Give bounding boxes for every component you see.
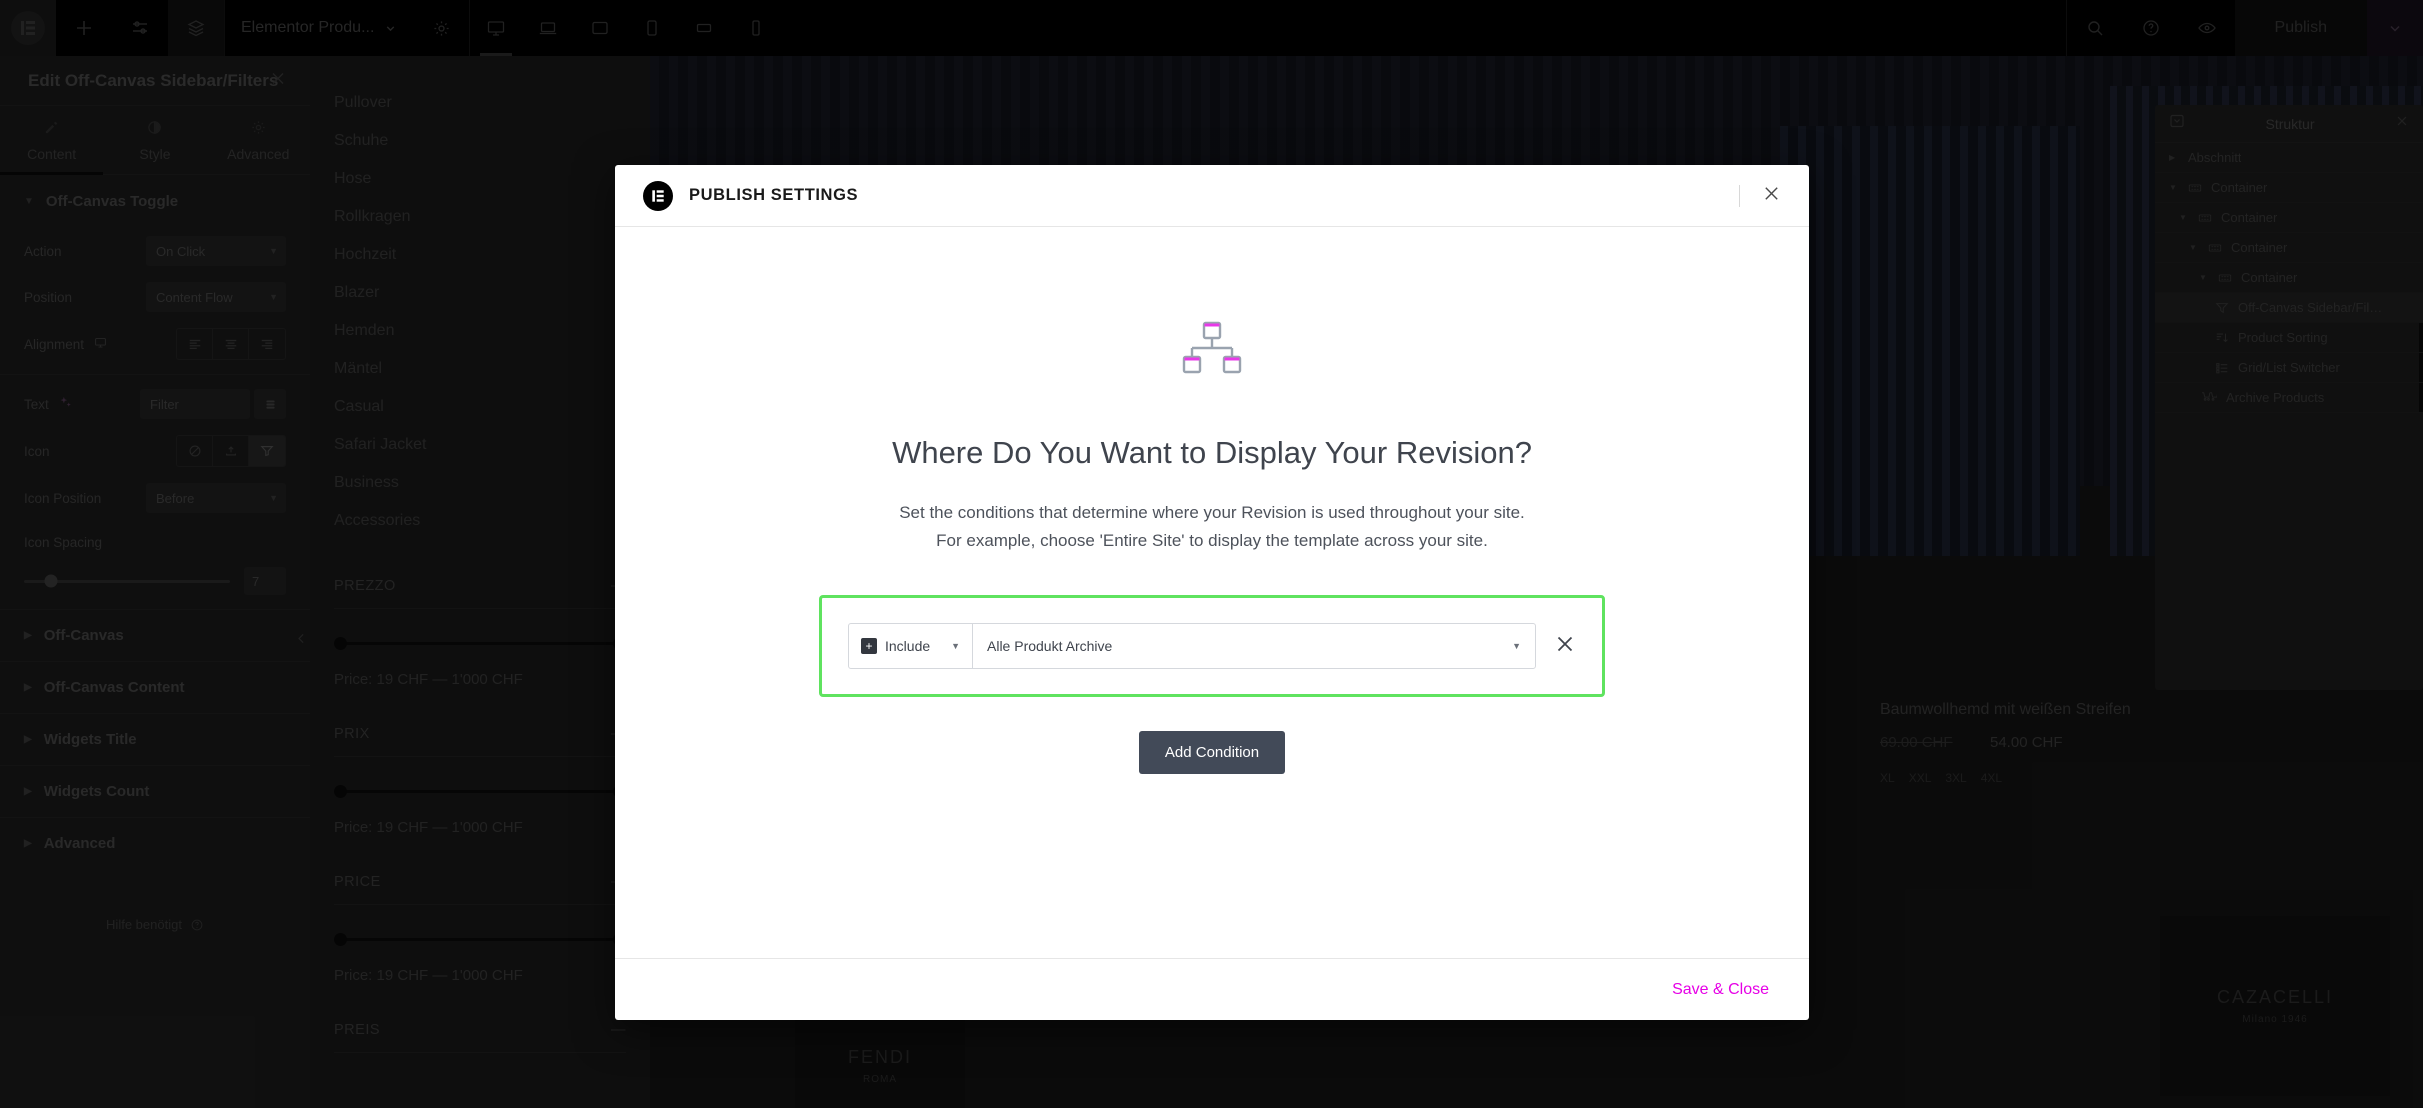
close-icon: [1765, 186, 1778, 200]
condition-value-select[interactable]: Alle Produkt Archive ▼: [973, 624, 1535, 668]
condition-row: + Include ▼ Alle Produkt Archive ▼: [819, 595, 1605, 698]
close-icon: [1557, 636, 1573, 651]
chevron-down-icon: ▼: [1512, 641, 1521, 652]
elementor-logo-icon: [643, 180, 673, 211]
modal-header-divider: [1739, 184, 1740, 207]
save-and-close-button[interactable]: Save & Close: [1672, 981, 1769, 999]
modal-header: PUBLISH SETTINGS: [615, 165, 1809, 227]
modal-close-button[interactable]: [1762, 184, 1781, 208]
condition-remove-button[interactable]: [1554, 633, 1576, 660]
plus-icon: +: [861, 638, 877, 655]
modal-subtitle-line-2: For example, choose 'Entire Site' to dis…: [936, 531, 1488, 551]
app-root: Elementor Produ...: [0, 0, 2423, 1108]
modal-title: PUBLISH SETTINGS: [689, 186, 859, 204]
modal-body: Where Do You Want to Display Your Revisi…: [615, 227, 1809, 958]
chevron-down-icon: ▼: [951, 641, 960, 652]
modal-subtitle-line-1: Set the conditions that determine where …: [899, 503, 1525, 522]
page-title: Where Do You Want to Display Your Revisi…: [892, 435, 1532, 470]
condition-type-label: Include: [885, 638, 931, 655]
publish-settings-modal: PUBLISH SETTINGS Where Do You Want to Di…: [615, 165, 1809, 1020]
condition-value-label: Alle Produkt Archive: [987, 638, 1113, 655]
condition-type-select[interactable]: + Include ▼: [849, 624, 973, 669]
add-condition-button[interactable]: Add Condition: [1138, 731, 1286, 775]
sitemap-icon: [1182, 321, 1242, 374]
condition-controls: + Include ▼ Alle Produkt Archive ▼: [848, 623, 1536, 670]
modal-header-tools: [1739, 184, 1781, 208]
modal-footer: Save & Close: [615, 958, 1809, 1020]
